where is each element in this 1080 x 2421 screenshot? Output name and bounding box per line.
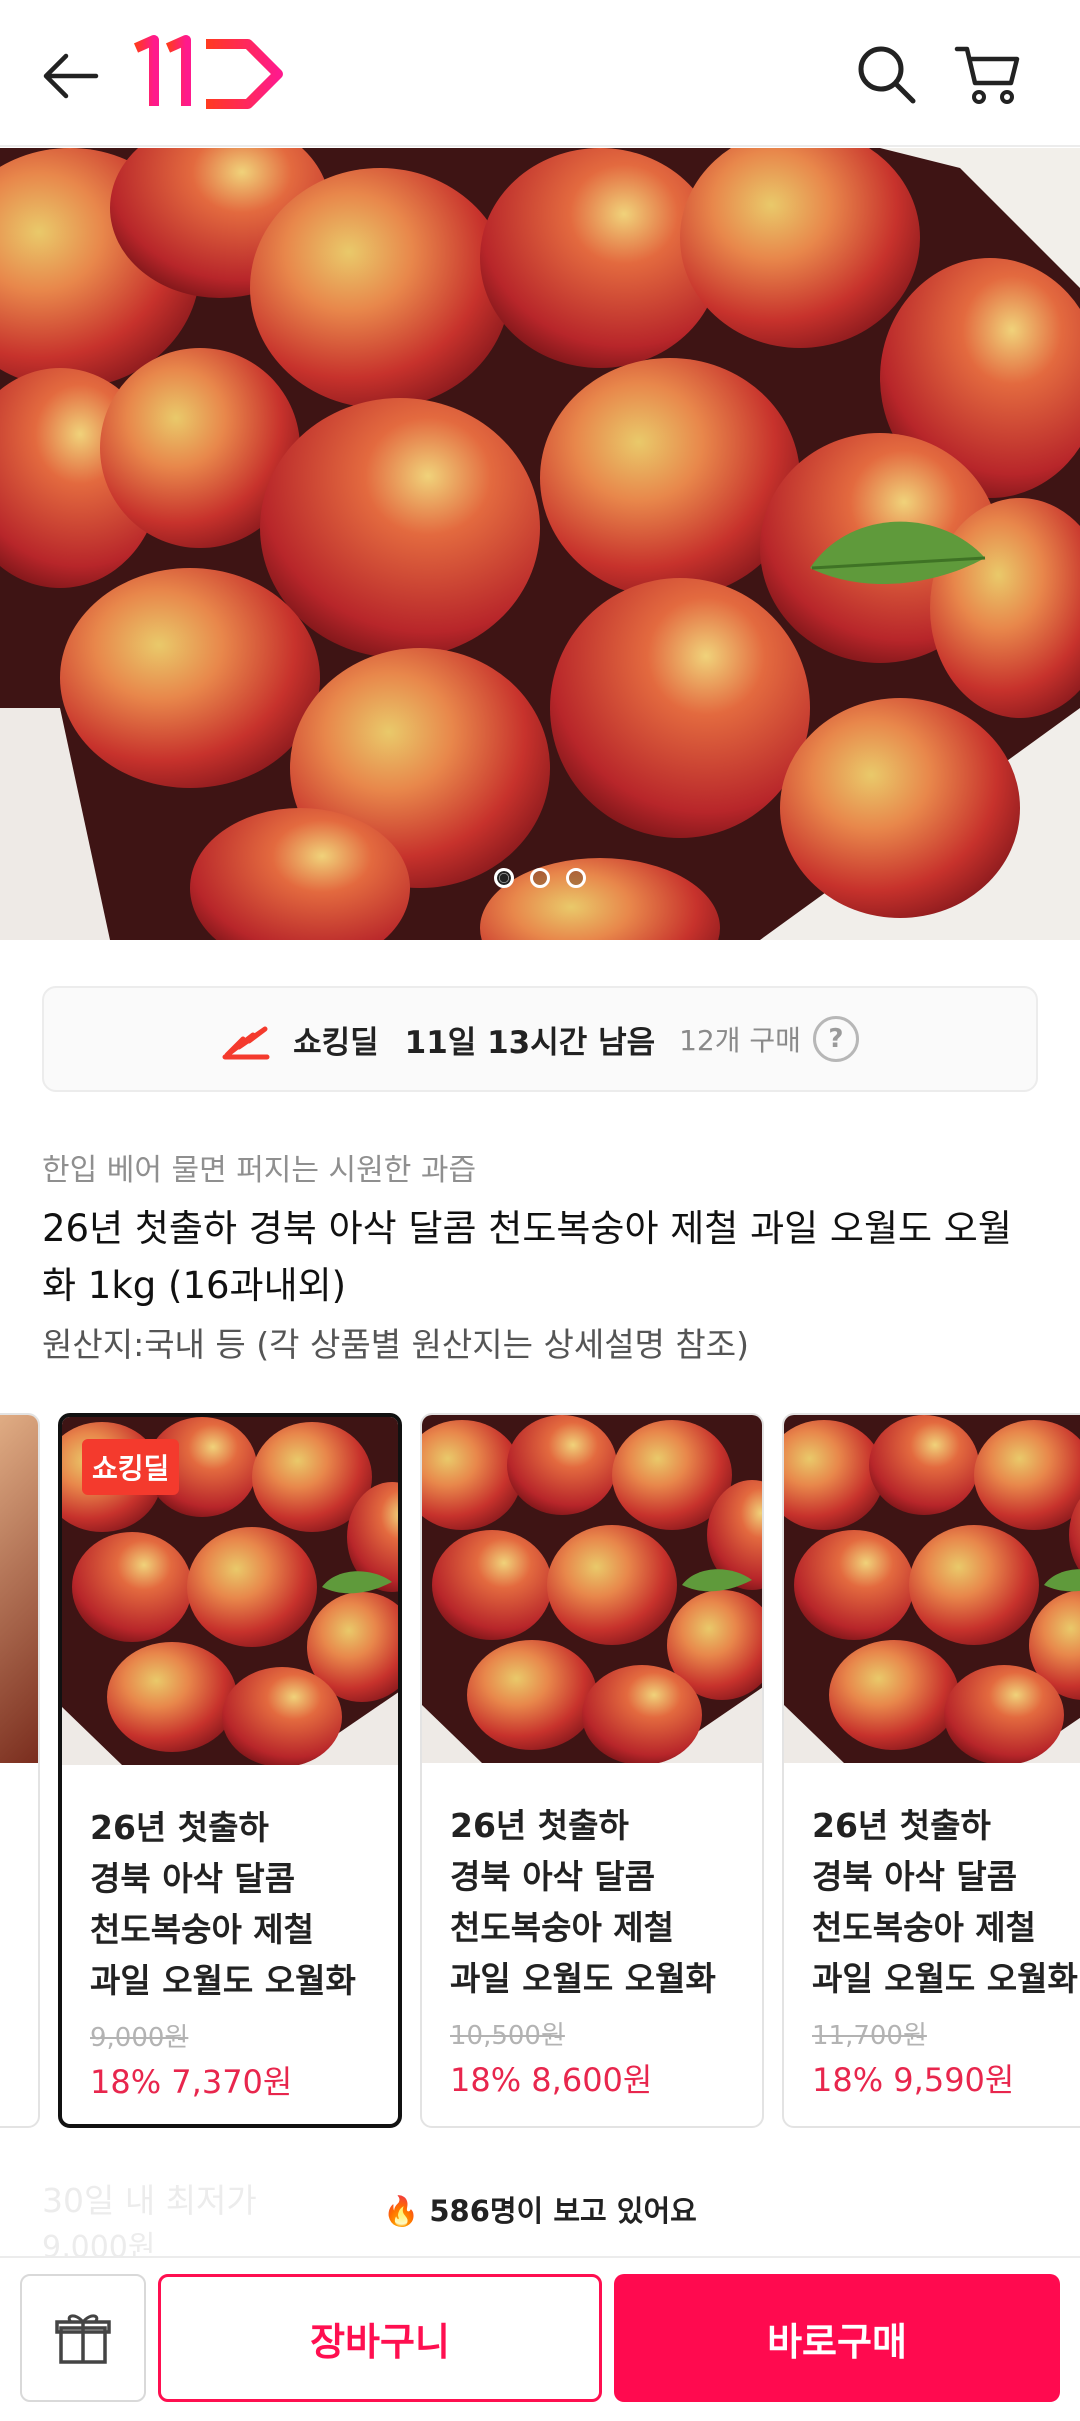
option-name: 26년 첫출하 경북 아삭 달콤 천도복숭아 제철 과일 오월도 오월화 [812, 1806, 1078, 1998]
gift-button[interactable] [20, 2274, 146, 2402]
search-button[interactable] [846, 34, 926, 114]
arrow-left-icon [43, 53, 99, 99]
carousel-dot-active [494, 868, 514, 888]
shocking-deal-bar: 쇼킹딜 11일 13시간 남음 12개 구매 ? [42, 986, 1038, 1092]
option-photo [422, 1415, 762, 1763]
back-button[interactable] [30, 36, 110, 116]
option-name: 26년 첫출하 경북 아삭 달콤 천도복숭아 제철 과일 오월도 오월화 [450, 1806, 716, 1998]
option-image [422, 1415, 762, 1763]
option-photo [784, 1415, 1080, 1763]
option-card[interactable]: 26년 첫출하 경북 아삭 달콤 천도복숭아 제철 과일 오월도 오월화 11,… [782, 1413, 1080, 2128]
viewer-count-text: 🔥 586명이 보고 있어요 [383, 2194, 697, 2228]
product-origin: 원산지:국내 등 (각 상품별 원산지는 상세설명 참조) [42, 1325, 750, 1364]
option-card[interactable]: 26년 첫출하 경북 아삭 달콤 천도복숭아 제철 과일 오월도 오월화 10,… [420, 1413, 764, 2128]
option-card-partial[interactable] [0, 1413, 40, 2128]
option-card[interactable]: 쇼킹딜 26년 첫출하 경북 아삭 달콤 천도복숭아 제철 과일 오월도 오월화… [58, 1413, 402, 2128]
option-image: 쇼킹딜 [62, 1417, 398, 1765]
option-original-price: 11,700원 [812, 2021, 927, 2051]
carousel-indicator [0, 868, 1080, 888]
lightning-deal-icon [222, 1026, 270, 1060]
option-original-price: 10,500원 [450, 2021, 565, 2051]
option-sale-price: 18% 9,590원 [812, 2061, 1015, 2099]
carousel-dot [566, 868, 586, 888]
product-subtitle: 한입 베어 물면 퍼지는 시원한 과즙 [42, 1153, 477, 1188]
product-image-carousel[interactable] [0, 148, 1080, 940]
option-original-price: 9,000원 [90, 2023, 189, 2053]
cart-icon [954, 46, 1020, 104]
product-photo [0, 148, 1080, 940]
app-header [0, 0, 1080, 147]
option-badge: 쇼킹딜 [82, 1439, 180, 1495]
gift-icon [55, 2314, 111, 2364]
deal-time-remaining: 11일 13시간 남음 [404, 1024, 656, 1061]
help-icon[interactable]: ? [812, 1016, 859, 1062]
add-to-cart-button[interactable]: 장바구니 [158, 2274, 602, 2402]
cart-button[interactable] [948, 34, 1028, 114]
option-image [784, 1415, 1080, 1763]
option-sale-price: 18% 8,600원 [450, 2061, 653, 2099]
logo-icon [133, 35, 283, 109]
search-icon [858, 46, 916, 104]
product-title: 26년 첫출하 경북 아삭 달콤 천도복숭아 제철 과일 오월도 오월화 1kg… [42, 1207, 1012, 1307]
viewer-count-row: 30일 내 최저가 9,000원 🔥 586명이 보고 있어요 [0, 2166, 1080, 2265]
bottom-action-bar: 장바구니 바로구매 [0, 2256, 1080, 2421]
option-carousel[interactable]: 쇼킹딜 26년 첫출하 경북 아삭 달콤 천도복숭아 제철 과일 오월도 오월화… [0, 1413, 1080, 2133]
option-sale-price: 18% 7,370원 [90, 2063, 293, 2101]
option-name: 26년 첫출하 경북 아삭 달콤 천도복숭아 제철 과일 오월도 오월화 [90, 1808, 356, 2000]
option-image [0, 1415, 38, 1763]
purchase-count: 12개 구매 [679, 1024, 801, 1057]
deal-label: 쇼킹딜 [293, 1024, 379, 1061]
carousel-dot [530, 868, 550, 888]
11st-logo[interactable] [130, 30, 290, 114]
buy-now-button[interactable]: 바로구매 [614, 2274, 1060, 2402]
